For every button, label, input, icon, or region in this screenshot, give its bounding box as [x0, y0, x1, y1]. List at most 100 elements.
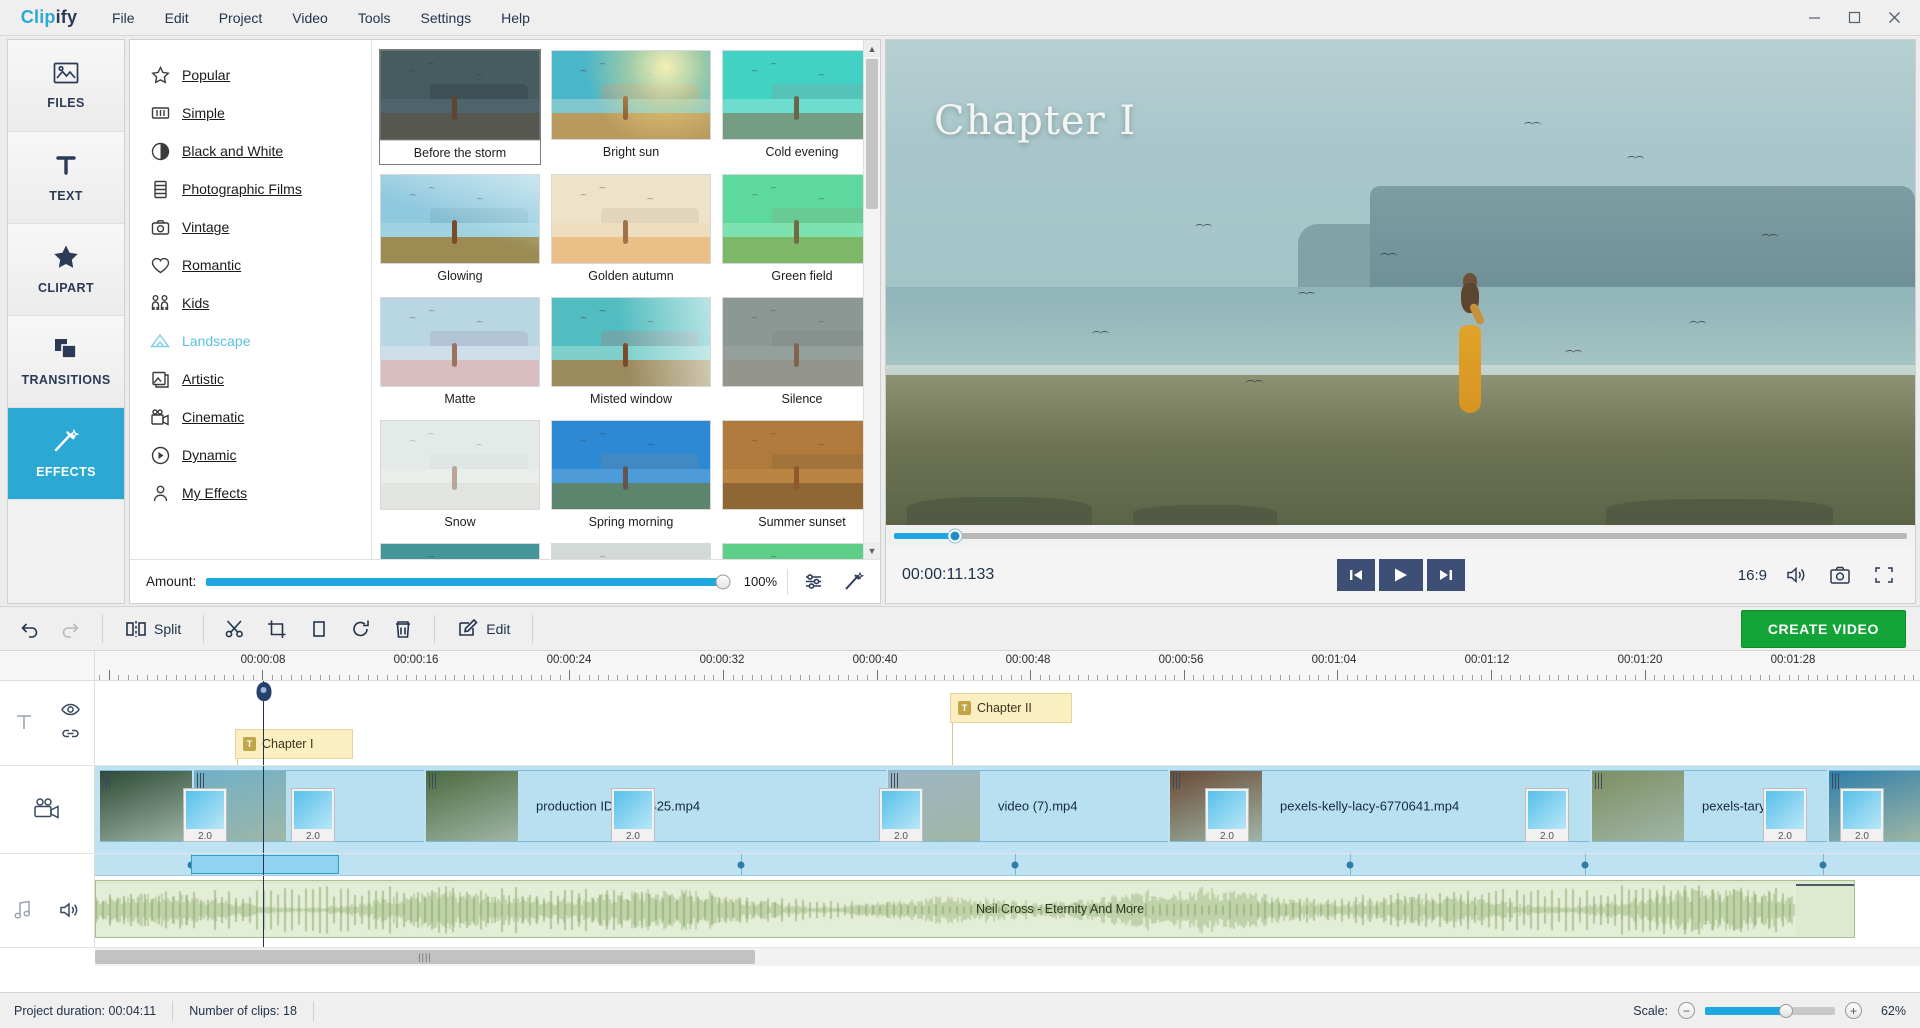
plus-circle-icon[interactable]: +: [1845, 1002, 1862, 1019]
sidebar-item-clipart[interactable]: CLIPART: [8, 224, 124, 316]
amount-slider[interactable]: [206, 578, 723, 586]
effect-preset[interactable]: Snow: [380, 420, 540, 533]
transition-block[interactable]: 2.0: [1205, 788, 1249, 842]
effect-preset[interactable]: Spring morning: [551, 420, 711, 533]
menu-edit[interactable]: Edit: [151, 5, 203, 31]
text-track-body[interactable]: Chapter IChapter II: [95, 681, 1920, 765]
category-kids[interactable]: Kids: [150, 284, 371, 322]
clip-grip[interactable]: [428, 773, 437, 789]
playhead[interactable]: [263, 766, 264, 853]
seek-track[interactable]: [894, 533, 1907, 539]
crop-icon[interactable]: [256, 612, 298, 646]
volume-icon[interactable]: [1781, 561, 1811, 589]
category-popular[interactable]: Popular: [150, 56, 371, 94]
selection-dot[interactable]: [1012, 861, 1019, 868]
sidebar-item-text[interactable]: TEXT: [8, 132, 124, 224]
effect-preset[interactable]: Misted window: [551, 297, 711, 410]
effect-preset[interactable]: Teal shade: [380, 543, 540, 559]
playhead[interactable]: [263, 876, 264, 947]
hscrollbar-thumb[interactable]: ||||: [95, 950, 755, 964]
selected-clip-range[interactable]: [191, 855, 339, 874]
category-romantic[interactable]: Romantic: [150, 246, 371, 284]
video-clip[interactable]: video (7).mp4: [888, 770, 1168, 842]
amount-slider-knob[interactable]: [716, 574, 731, 589]
edit-button[interactable]: Edit: [445, 612, 522, 646]
sidebar-item-transitions[interactable]: TRANSITIONS: [8, 316, 124, 408]
rotate-icon[interactable]: [340, 612, 382, 646]
menu-video[interactable]: Video: [278, 5, 342, 31]
minimize-icon[interactable]: [1794, 1, 1834, 35]
playhead[interactable]: [263, 681, 264, 765]
category-black-and-white[interactable]: Black and White: [150, 132, 371, 170]
playhead[interactable]: [263, 854, 264, 875]
clip-grip[interactable]: [1172, 773, 1181, 789]
effect-preset[interactable]: Summer sunset: [722, 420, 880, 533]
delete-icon[interactable]: [382, 612, 424, 646]
preview-seekbar[interactable]: [886, 525, 1915, 547]
effect-preset[interactable]: Silence: [722, 297, 880, 410]
effects-scrollbar[interactable]: ▲ ▼: [863, 40, 880, 559]
clip-grip[interactable]: [196, 773, 205, 789]
effect-preset[interactable]: Before the storm: [380, 50, 540, 164]
skip-forward-icon[interactable]: [1427, 559, 1465, 591]
effect-preset[interactable]: Pale grey: [551, 543, 711, 559]
timeline-ruler[interactable]: 00:00:0800:00:1600:00:2400:00:3200:00:40…: [95, 651, 1920, 680]
transition-block[interactable]: 2.0: [1525, 788, 1569, 842]
close-icon[interactable]: [1874, 1, 1914, 35]
effect-preset[interactable]: Matte: [380, 297, 540, 410]
menu-project[interactable]: Project: [205, 5, 277, 31]
effect-preset[interactable]: Golden autumn: [551, 174, 711, 287]
playhead-knob[interactable]: [256, 682, 271, 701]
audio-track-body[interactable]: Neil Cross - Eternity And More: [95, 876, 1920, 947]
transition-block[interactable]: 2.0: [1840, 788, 1884, 842]
category-my-effects[interactable]: My Effects: [150, 474, 371, 512]
preview-canvas[interactable]: Chapter I: [886, 40, 1915, 525]
link-icon[interactable]: [61, 727, 80, 743]
effect-preset[interactable]: Bright sun: [551, 50, 711, 164]
audio-clip[interactable]: Neil Cross - Eternity And More: [95, 880, 1855, 938]
category-landscape[interactable]: Landscape: [150, 322, 371, 360]
effect-preset[interactable]: Fresh green: [722, 543, 880, 559]
undo-icon[interactable]: [8, 612, 50, 646]
clip-grip[interactable]: [102, 773, 111, 789]
video-track-body[interactable]: production ID_4082425.mp4video (7).mp4pe…: [95, 766, 1920, 853]
video-clip[interactable]: production ID_4082425.mp4: [426, 770, 886, 842]
selection-dot[interactable]: [1347, 861, 1354, 868]
timeline-hscrollbar[interactable]: ||||: [95, 948, 1920, 966]
snapshot-icon[interactable]: [1825, 561, 1855, 589]
magic-wand-icon[interactable]: [838, 568, 868, 596]
fullscreen-icon[interactable]: [1869, 561, 1899, 589]
transition-block[interactable]: 2.0: [183, 788, 227, 842]
border-icon[interactable]: [298, 612, 340, 646]
scroll-down-icon[interactable]: ▼: [864, 542, 880, 559]
aspect-ratio-label[interactable]: 16:9: [1738, 567, 1767, 584]
sliders-icon[interactable]: [798, 568, 828, 596]
create-video-button[interactable]: CREATE VIDEO: [1741, 610, 1906, 648]
effect-preset[interactable]: Glowing: [380, 174, 540, 287]
effect-preset[interactable]: Green field: [722, 174, 880, 287]
title-clip[interactable]: Chapter II: [950, 693, 1072, 723]
split-button[interactable]: Split: [113, 612, 193, 646]
menu-tools[interactable]: Tools: [344, 5, 405, 31]
selection-dot[interactable]: [738, 861, 745, 868]
skip-back-icon[interactable]: [1337, 559, 1375, 591]
transition-block[interactable]: 2.0: [879, 788, 923, 842]
transition-block[interactable]: 2.0: [1763, 788, 1807, 842]
play-icon[interactable]: [1379, 559, 1423, 591]
clip-grip[interactable]: [1831, 773, 1840, 789]
speaker-icon[interactable]: [59, 901, 81, 922]
category-dynamic[interactable]: Dynamic: [150, 436, 371, 474]
selection-strip[interactable]: [95, 854, 1920, 876]
menu-file[interactable]: File: [98, 5, 149, 31]
transition-block[interactable]: 2.0: [291, 788, 335, 842]
selection-dot[interactable]: [1582, 861, 1589, 868]
scale-slider[interactable]: [1705, 1007, 1835, 1015]
sidebar-item-files[interactable]: FILES: [8, 40, 124, 132]
eye-icon[interactable]: [61, 703, 80, 719]
scrollbar-thumb[interactable]: [866, 59, 878, 209]
category-artistic[interactable]: Artistic: [150, 360, 371, 398]
sidebar-item-effects[interactable]: EFFECTS: [8, 408, 124, 500]
category-vintage[interactable]: Vintage: [150, 208, 371, 246]
clip-grip[interactable]: [1594, 773, 1603, 789]
category-simple[interactable]: Simple: [150, 94, 371, 132]
